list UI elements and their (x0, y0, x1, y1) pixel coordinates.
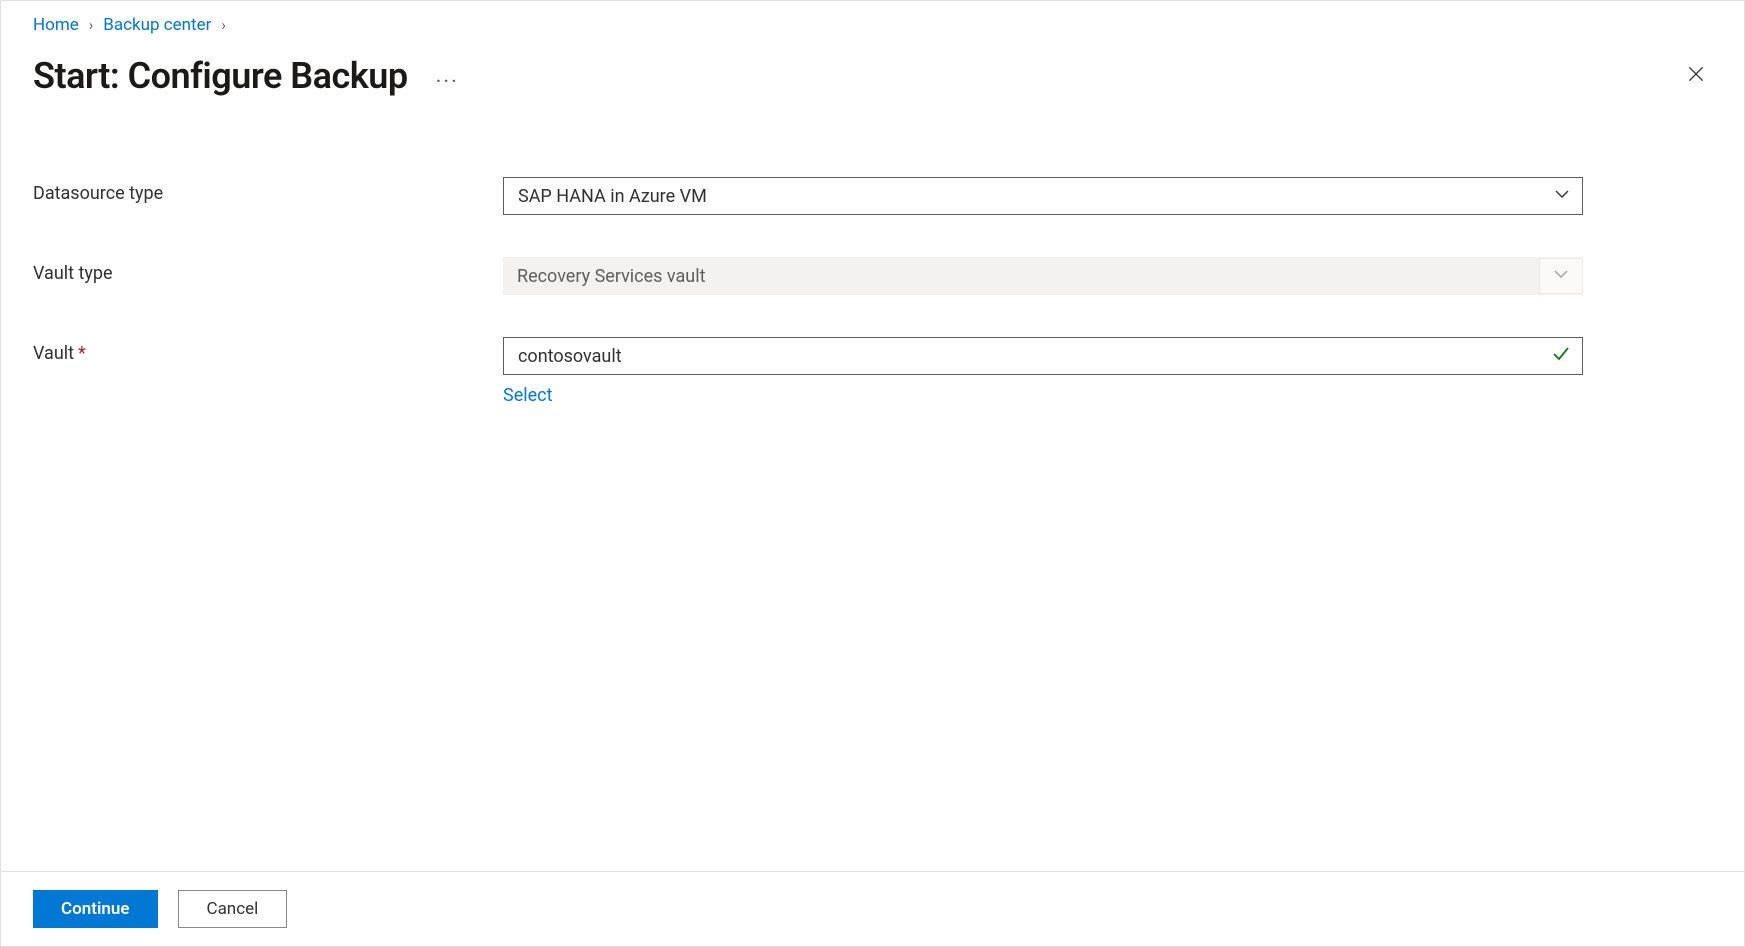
close-button[interactable] (1680, 58, 1712, 94)
breadcrumb-backup-center[interactable]: Backup center (103, 15, 211, 35)
form-body: Datasource type SAP HANA in Azure VM Vau… (1, 97, 1744, 871)
vault-type-value: Recovery Services vault (517, 266, 705, 287)
datasource-type-value: SAP HANA in Azure VM (518, 186, 707, 207)
more-icon[interactable]: ··· (436, 70, 459, 95)
vault-input[interactable]: contosovault (503, 337, 1583, 375)
footer-bar: Continue Cancel (1, 871, 1744, 946)
vault-value: contosovault (518, 346, 622, 367)
breadcrumb-home[interactable]: Home (33, 15, 79, 35)
vault-type-label: Vault type (33, 257, 503, 284)
select-vault-link[interactable]: Select (503, 385, 552, 406)
check-icon (1552, 345, 1570, 368)
chevron-right-icon: › (89, 16, 94, 34)
chevron-down-icon (1554, 186, 1570, 207)
page-title: Start: Configure Backup (33, 55, 408, 97)
cancel-button[interactable]: Cancel (178, 890, 288, 928)
chevron-right-icon: › (221, 16, 226, 34)
datasource-type-select[interactable]: SAP HANA in Azure VM (503, 177, 1583, 215)
vault-label: Vault (33, 343, 74, 364)
continue-button[interactable]: Continue (33, 890, 158, 928)
chevron-down-icon (1553, 266, 1569, 287)
datasource-type-label: Datasource type (33, 177, 503, 204)
required-indicator: * (78, 343, 86, 364)
close-icon (1686, 64, 1706, 88)
breadcrumb: Home › Backup center › (33, 15, 1712, 35)
vault-type-select: Recovery Services vault (503, 257, 1583, 295)
